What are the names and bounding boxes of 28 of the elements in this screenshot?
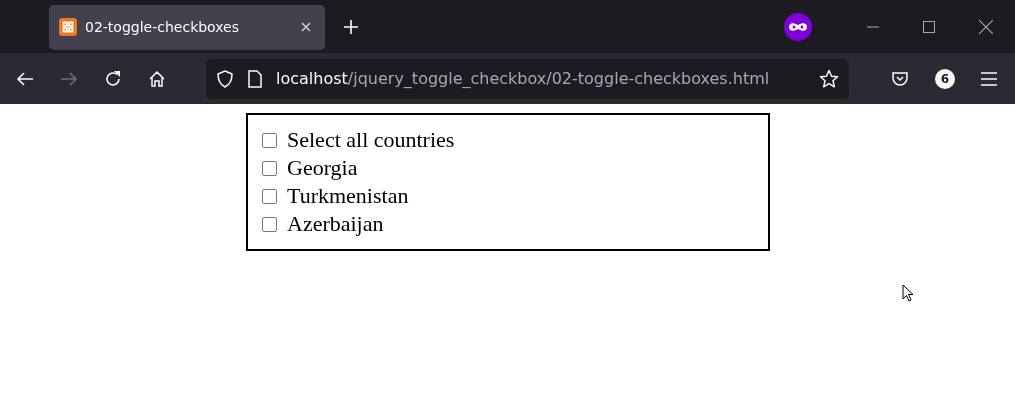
close-icon[interactable] (979, 19, 993, 34)
address-bar[interactable]: localhost/jquery_toggle_checkbox/02-toggle-checkboxes.html (206, 58, 849, 99)
pocket-icon[interactable] (891, 69, 909, 88)
browser-tab[interactable]: 02-toggle-checkboxes (49, 4, 325, 50)
checkbox-label[interactable]: Georgia (287, 155, 358, 181)
page-icon (248, 69, 262, 88)
star-icon[interactable] (819, 68, 839, 89)
reload-icon[interactable] (104, 69, 122, 88)
url-text: localhost/jquery_toggle_checkbox/02-toggle-checkboxes.html (276, 69, 770, 88)
menu-icon[interactable] (981, 71, 997, 86)
back-icon[interactable] (16, 69, 34, 88)
checkbox[interactable] (262, 188, 277, 204)
checkbox[interactable] (262, 132, 277, 148)
private-browsing-icon (784, 12, 812, 41)
tab-title: 02-toggle-checkboxes (85, 19, 241, 35)
checkbox-label[interactable]: Turkmenistan (287, 183, 409, 209)
checkbox-label[interactable]: Azerbaijan (287, 211, 384, 237)
shield-icon[interactable] (216, 69, 234, 88)
maximize-icon[interactable] (923, 20, 935, 33)
extensions-badge[interactable]: 6 (935, 68, 955, 89)
forward-icon[interactable] (60, 69, 78, 88)
mouse-cursor-icon (902, 284, 914, 302)
app-icon (59, 18, 77, 36)
checkbox[interactable] (262, 160, 277, 176)
checkbox[interactable] (262, 216, 277, 232)
checkbox-label[interactable]: Select all countries (287, 127, 455, 153)
home-icon[interactable] (148, 69, 166, 88)
new-tab-icon[interactable] (343, 18, 359, 35)
